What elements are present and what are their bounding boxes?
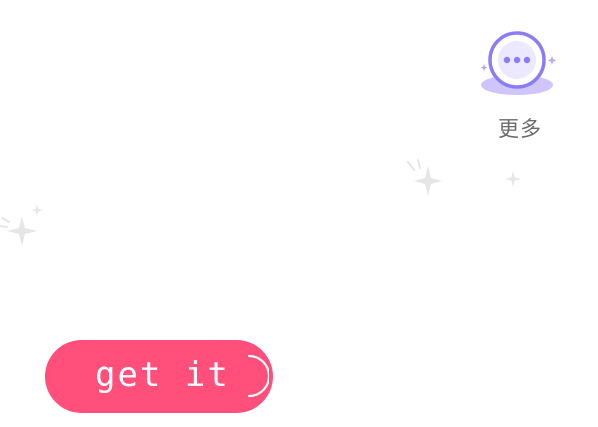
sparkle-middle-icon — [407, 159, 442, 196]
more-dots-icon — [480, 31, 557, 95]
more-button[interactable]: 更多 — [478, 24, 562, 152]
screen: 更多 get it — [0, 0, 598, 427]
loading-arc-icon — [247, 354, 269, 398]
sparkle-small-icon — [505, 171, 521, 187]
more-label: 更多 — [498, 117, 542, 141]
get-it-button[interactable]: get it — [45, 340, 273, 413]
sparkle-left-icon — [0, 204, 43, 246]
get-it-label: get it — [95, 355, 230, 395]
